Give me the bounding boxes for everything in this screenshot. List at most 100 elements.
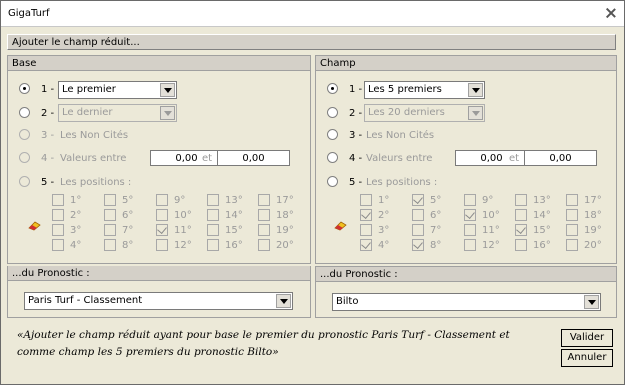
base-radio-5[interactable] xyxy=(19,176,30,187)
base-position-checkbox[interactable] xyxy=(156,224,168,236)
champ-position-checkbox[interactable] xyxy=(515,194,527,206)
base-opt5-num: 5 - xyxy=(41,177,55,188)
champ-first-select[interactable]: Les 5 premiers xyxy=(364,81,485,99)
champ-position-checkbox[interactable] xyxy=(360,224,372,236)
base-position-checkbox[interactable] xyxy=(156,239,168,251)
base-first-select[interactable]: Le premier xyxy=(58,81,177,99)
base-radio-4[interactable] xyxy=(19,152,30,163)
champ-opt3-num: 3 - xyxy=(349,130,363,141)
base-value-max[interactable]: 0,00 xyxy=(217,150,290,166)
base-opt3-num: 3 - xyxy=(41,130,55,141)
validate-button-label: Valider xyxy=(569,332,605,343)
champ-position-checkbox[interactable] xyxy=(566,224,578,236)
base-position-checkbox[interactable] xyxy=(207,224,219,236)
champ-position-checkbox[interactable] xyxy=(515,239,527,251)
base-position-checkbox[interactable] xyxy=(104,209,116,221)
base-position-checkbox[interactable] xyxy=(258,224,270,236)
champ-position-checkbox[interactable] xyxy=(566,194,578,206)
base-radio-1[interactable] xyxy=(19,83,30,94)
champ-position-checkbox[interactable] xyxy=(360,239,372,251)
base-position-checkbox[interactable] xyxy=(258,209,270,221)
eraser-icon[interactable] xyxy=(28,221,41,231)
base-last-select[interactable]: Le dernier xyxy=(58,104,177,122)
base-position-label: 8° xyxy=(122,240,134,251)
eraser-icon[interactable] xyxy=(334,221,347,231)
champ-position-checkbox[interactable] xyxy=(412,239,424,251)
champ-position-checkbox[interactable] xyxy=(360,194,372,206)
summary-message-text: «Ajouter le champ réduit ayant pour base… xyxy=(17,329,510,358)
base-position-label: 20° xyxy=(276,240,294,251)
chevron-down-icon xyxy=(160,83,175,97)
champ-position-checkbox[interactable] xyxy=(464,209,476,221)
champ-position-label: 8° xyxy=(430,240,442,251)
base-position-checkbox[interactable] xyxy=(52,209,64,221)
base-position-checkbox[interactable] xyxy=(207,239,219,251)
champ-panel-title: Champ xyxy=(320,58,356,69)
base-position-checkbox[interactable] xyxy=(52,224,64,236)
champ-position-label: 16° xyxy=(533,240,551,251)
base-position-checkbox[interactable] xyxy=(207,194,219,206)
base-position-checkbox[interactable] xyxy=(104,224,116,236)
summary-message: «Ajouter le champ réduit ayant pour base… xyxy=(11,325,555,373)
champ-position-checkbox[interactable] xyxy=(515,209,527,221)
base-position-label: 9° xyxy=(174,195,186,206)
champ-position-label: 19° xyxy=(584,225,602,236)
champ-position-checkbox[interactable] xyxy=(412,224,424,236)
champ-opt3-label: Les Non Cités xyxy=(366,130,435,141)
base-position-checkbox[interactable] xyxy=(104,239,116,251)
champ-value-max[interactable]: 0,00 xyxy=(524,150,597,166)
base-position-label: 15° xyxy=(225,225,243,236)
base-pronostic-label: ...du Pronostic : xyxy=(12,268,90,279)
champ-position-checkbox[interactable] xyxy=(464,194,476,206)
base-position-checkbox[interactable] xyxy=(207,209,219,221)
base-radio-3[interactable] xyxy=(19,129,30,140)
champ-opt2-num: 2 - xyxy=(349,108,363,119)
base-position-checkbox[interactable] xyxy=(258,194,270,206)
base-position-checkbox[interactable] xyxy=(52,194,64,206)
close-icon[interactable] xyxy=(605,7,617,19)
base-position-checkbox[interactable] xyxy=(52,239,64,251)
champ-position-checkbox[interactable] xyxy=(566,209,578,221)
champ-position-checkbox[interactable] xyxy=(412,194,424,206)
base-position-checkbox[interactable] xyxy=(258,239,270,251)
window-title: GigaTurf xyxy=(8,8,50,19)
base-position-checkbox[interactable] xyxy=(156,209,168,221)
champ-radio-5[interactable] xyxy=(327,176,338,187)
gigaturf-window: GigaTurf Ajouter le champ réduit... Base… xyxy=(0,0,625,385)
champ-position-checkbox[interactable] xyxy=(515,224,527,236)
champ-radio-2[interactable] xyxy=(327,107,338,118)
base-pronostic-select[interactable]: Paris Turf - Classement xyxy=(24,292,293,310)
base-last-select-value: Le dernier xyxy=(62,107,113,118)
champ-last-select[interactable]: Les 20 derniers xyxy=(364,104,485,122)
champ-pronostic-panel: ...du Pronostic : Bilto xyxy=(315,266,617,318)
section-header: Ajouter le champ réduit... xyxy=(7,34,616,50)
champ-radio-3[interactable] xyxy=(327,129,338,140)
champ-radio-4[interactable] xyxy=(327,152,338,163)
champ-position-checkbox[interactable] xyxy=(360,209,372,221)
champ-position-label: 17° xyxy=(584,195,602,206)
base-position-checkbox[interactable] xyxy=(104,194,116,206)
champ-opt4-num: 4 - xyxy=(349,153,363,164)
base-opt1-num: 1 - xyxy=(41,84,55,95)
chevron-down-icon xyxy=(276,294,291,308)
base-position-checkbox[interactable] xyxy=(156,194,168,206)
champ-last-select-value: Les 20 derniers xyxy=(368,107,445,118)
champ-pronostic-select[interactable]: Bilto xyxy=(332,293,601,311)
champ-position-checkbox[interactable] xyxy=(412,209,424,221)
champ-panel: Champ 1 - Les 5 premiers 2 - Les 20 dern… xyxy=(315,55,617,264)
champ-position-label: 15° xyxy=(533,225,551,236)
champ-position-label: 11° xyxy=(482,225,500,236)
validate-button[interactable]: Valider xyxy=(561,329,613,347)
champ-position-label: 2° xyxy=(378,210,390,221)
chevron-down-icon xyxy=(584,295,599,309)
champ-position-checkbox[interactable] xyxy=(464,239,476,251)
champ-position-label: 12° xyxy=(482,240,500,251)
base-position-label: 12° xyxy=(174,240,192,251)
base-opt5-label: Les positions : xyxy=(60,177,132,188)
champ-position-checkbox[interactable] xyxy=(566,239,578,251)
base-position-label: 2° xyxy=(70,210,82,221)
champ-radio-1[interactable] xyxy=(327,83,338,94)
champ-position-checkbox[interactable] xyxy=(464,224,476,236)
base-radio-2[interactable] xyxy=(19,107,30,118)
cancel-button[interactable]: Annuler xyxy=(561,349,613,367)
